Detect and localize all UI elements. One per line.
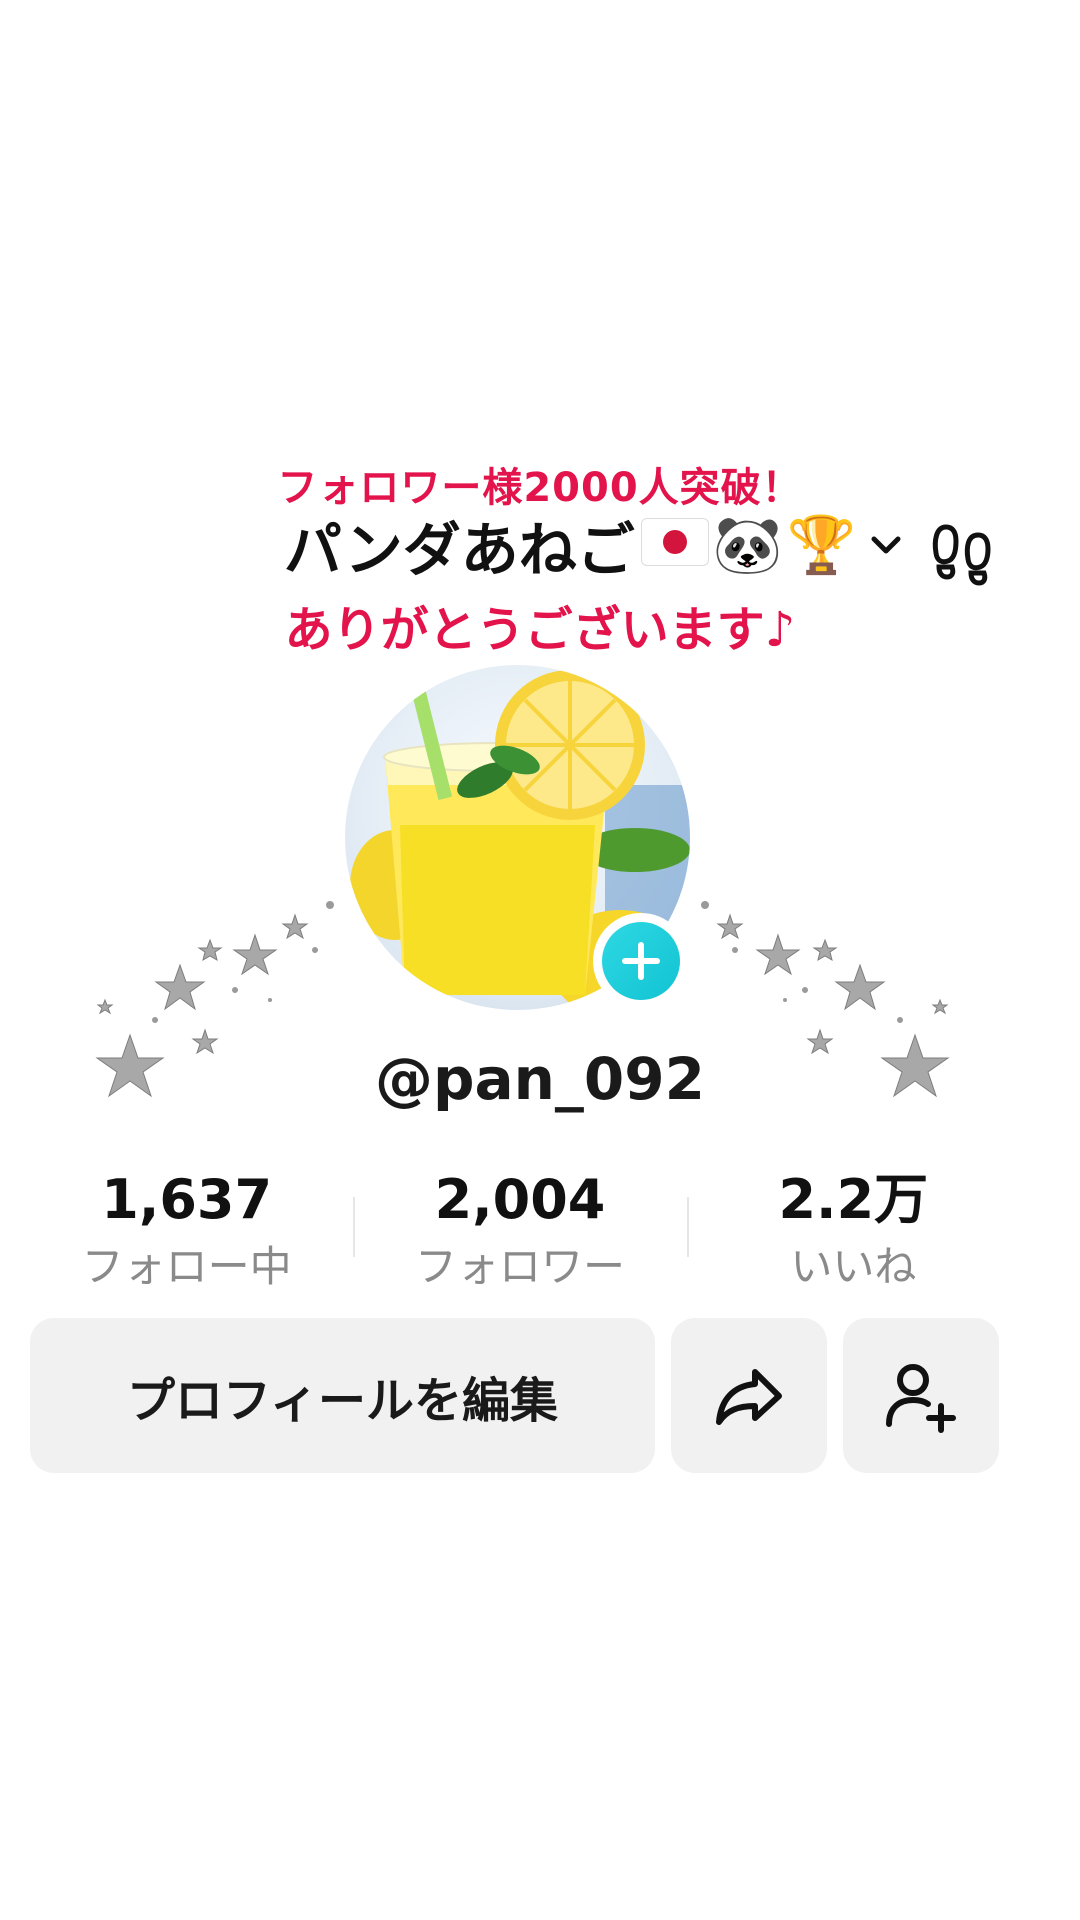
- add-avatar-button[interactable]: [593, 913, 689, 1009]
- panda-emoji: 🐼: [712, 513, 783, 578]
- stat-label: フォロー中: [81, 1242, 292, 1291]
- stat-followers[interactable]: 2,004 フォロワー: [353, 1165, 686, 1295]
- stat-label: フォロワー: [414, 1242, 625, 1291]
- share-profile-button[interactable]: [671, 1318, 827, 1473]
- stat-value: 2.2万: [778, 1168, 929, 1231]
- footprint-icon[interactable]: [928, 517, 998, 587]
- display-name-emojis: 🐼 🏆: [640, 512, 857, 578]
- stat-value: 1,637: [101, 1168, 273, 1231]
- japan-flag-icon: [640, 518, 709, 566]
- plus-icon: [622, 942, 660, 980]
- display-name-row[interactable]: パンダあねご 🐼 🏆: [0, 505, 1080, 585]
- stat-value: 2,004: [434, 1168, 606, 1231]
- add-friend-button[interactable]: [843, 1318, 999, 1473]
- stat-label: いいね: [790, 1242, 917, 1291]
- banner-bottom-text: ありがとうございます♪: [284, 602, 796, 658]
- stat-likes[interactable]: 2.2万 いいね: [686, 1165, 1020, 1295]
- avatar[interactable]: [345, 665, 690, 1010]
- edit-profile-button[interactable]: プロフィールを編集: [30, 1318, 655, 1473]
- username: @pan_092: [374, 1045, 706, 1113]
- display-name: パンダあねご: [283, 516, 635, 584]
- profile-actions: プロフィールを編集: [30, 1318, 999, 1473]
- trophy-emoji: 🏆: [786, 513, 857, 578]
- stat-following[interactable]: 1,637 フォロー中: [20, 1165, 353, 1295]
- add-user-icon: [886, 1363, 956, 1433]
- chevron-down-icon[interactable]: [866, 525, 906, 565]
- share-arrow-icon: [716, 1368, 782, 1425]
- stats-row: 1,637 フォロー中 2,004 フォロワー 2.2万 いいね: [20, 1165, 1020, 1295]
